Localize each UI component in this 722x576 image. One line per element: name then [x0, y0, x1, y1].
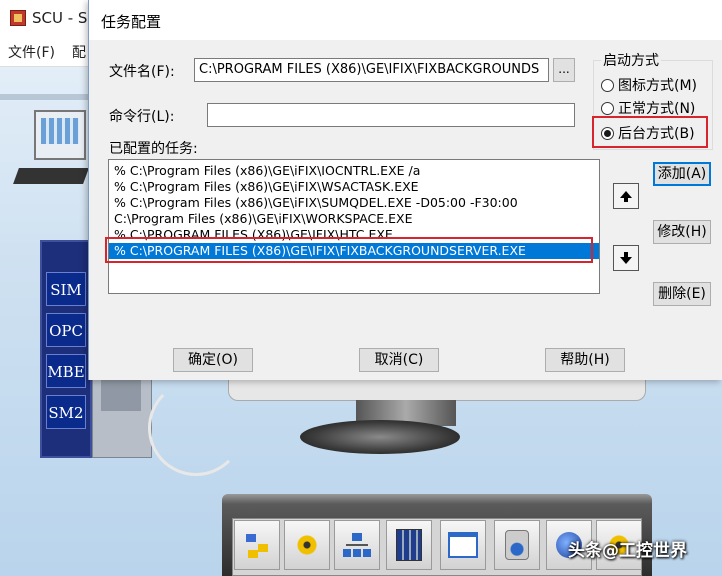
tasks-listbox[interactable]: % C:\Program Files (x86)\GE\iFIX\IOCNTRL…	[108, 159, 600, 294]
task-item[interactable]: % C:\Program Files (x86)\GE\iFIX\IOCNTRL…	[109, 163, 599, 179]
help-button[interactable]: 帮助(H)	[545, 348, 625, 372]
computer-screen	[34, 110, 86, 160]
task-item[interactable]: % C:\Program Files (x86)\GE\iFIX\WSACTAS…	[109, 179, 599, 195]
radio-button[interactable]	[601, 78, 614, 92]
lock-icon[interactable]	[494, 520, 540, 570]
highlight-box-startup	[592, 116, 708, 148]
radio-icon-mode[interactable]: 图标方式(M)	[601, 75, 697, 95]
radio-button[interactable]	[601, 101, 614, 115]
radio-label: 正常方式(N)	[618, 101, 696, 117]
monitor-base-image	[300, 420, 460, 454]
arrow-down-icon	[620, 251, 632, 264]
task-item[interactable]: C:\Program Files (x86)\GE\iFIX\WORKSPACE…	[109, 211, 599, 227]
menu-file[interactable]: 文件(F)	[8, 42, 55, 62]
modify-button[interactable]: 修改(H)	[653, 220, 711, 244]
background-divider	[0, 94, 88, 100]
computer-image	[13, 110, 89, 190]
rack-opc-button[interactable]: OPC	[46, 313, 86, 347]
rack-sm2-button[interactable]: SM2	[46, 395, 86, 429]
gear-icon[interactable]	[284, 520, 330, 570]
menu-config[interactable]: 配	[72, 42, 86, 62]
cancel-button[interactable]: 取消(C)	[359, 348, 439, 372]
rack-mbe-button[interactable]: MBE	[46, 354, 86, 388]
radio-normal-mode[interactable]: 正常方式(N)	[601, 98, 695, 118]
watermark: 头条@工控世界	[568, 541, 687, 561]
move-down-button[interactable]	[613, 245, 639, 271]
rack-sim-button[interactable]: SIM	[46, 272, 86, 306]
tasks-label: 已配置的任务:	[109, 141, 198, 157]
tree-icon[interactable]	[234, 520, 280, 570]
radio-label: 图标方式(M)	[618, 78, 698, 94]
plc-rack-image: SIM OPC MBE SM2	[40, 240, 92, 458]
highlight-box-task	[105, 237, 593, 263]
cmdline-label: 命令行(L):	[109, 109, 175, 125]
delete-button[interactable]: 删除(E)	[653, 282, 711, 306]
cmdline-input[interactable]	[207, 103, 575, 127]
move-up-button[interactable]	[613, 183, 639, 209]
task-item[interactable]: % C:\Program Files (x86)\GE\iFIX\SUMQDEL…	[109, 195, 599, 211]
monitor-image	[228, 378, 646, 401]
background-app-title: SCU - S	[32, 9, 88, 27]
arrow-up-icon	[620, 190, 632, 202]
dialog-title: 任务配置	[101, 13, 162, 31]
filename-label: 文件名(F):	[109, 64, 175, 80]
task-config-dialog: 任务配置 文件名(F): C:\PROGRAM FILES (X86)\GE\I…	[88, 0, 722, 380]
computer-keyboard	[13, 168, 89, 184]
startup-mode-label: 启动方式	[601, 50, 661, 70]
add-button[interactable]: 添加(A)	[653, 162, 711, 186]
ok-button[interactable]: 确定(O)	[173, 348, 253, 372]
rack-icon[interactable]	[386, 520, 432, 570]
filename-input[interactable]: C:\PROGRAM FILES (X86)\GE\IFIX\FIXBACKGR…	[194, 58, 549, 82]
browse-button[interactable]: ...	[553, 58, 575, 82]
network-icon[interactable]	[334, 520, 380, 570]
dialog-titlebar[interactable]: 任务配置	[89, 0, 722, 40]
app-icon	[10, 10, 26, 26]
form-icon[interactable]	[440, 520, 486, 570]
